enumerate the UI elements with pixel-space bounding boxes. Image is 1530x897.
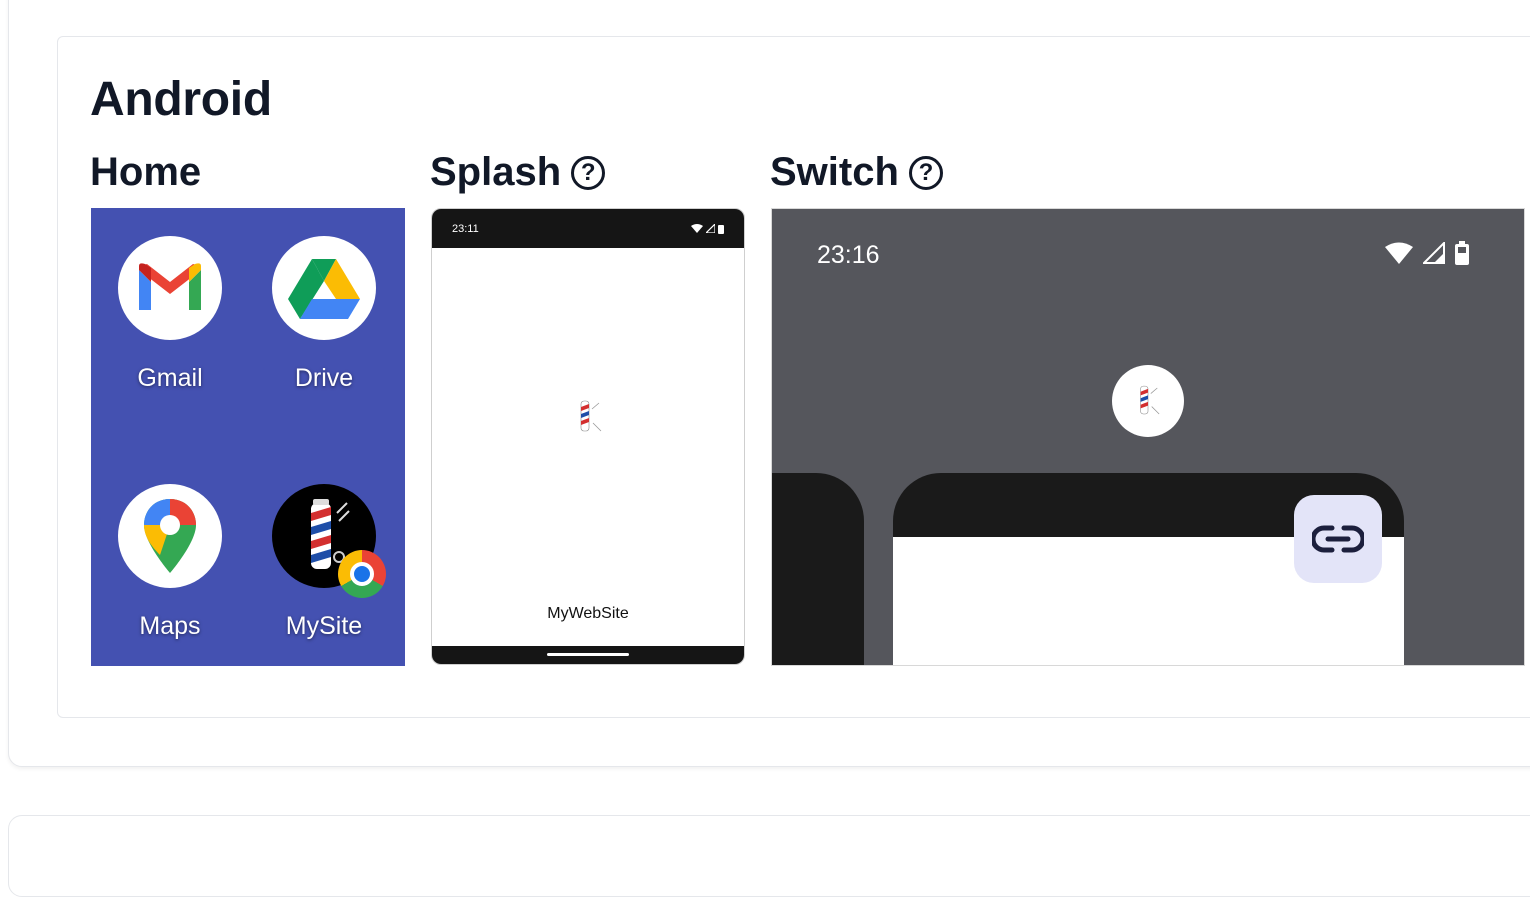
chrome-badge-icon	[338, 550, 386, 598]
wifi-icon	[691, 224, 703, 233]
status-time: 23:11	[452, 222, 479, 235]
android-title: Android	[90, 73, 272, 126]
app-chip-icon[interactable]	[1112, 365, 1184, 437]
help-icon[interactable]: ?	[571, 155, 606, 190]
battery-icon	[1455, 241, 1469, 265]
next-card	[8, 815, 1530, 897]
splash-screen-preview: 23:11 MyWebSite	[431, 208, 745, 665]
signal-icon	[1423, 242, 1445, 264]
status-icons	[691, 224, 724, 234]
link-button[interactable]	[1294, 495, 1382, 583]
link-icon	[1312, 525, 1364, 553]
home-screen-preview: Gmail Drive Maps MySite	[91, 208, 405, 666]
app-maps[interactable]: Maps	[95, 484, 245, 641]
switch-title-label: Switch	[770, 150, 899, 194]
switch-title: Switch ?	[770, 150, 943, 195]
help-icon[interactable]: ?	[908, 155, 943, 190]
recent-app-card-previous[interactable]	[772, 473, 864, 665]
home-indicator[interactable]	[547, 653, 629, 656]
battery-icon	[718, 224, 724, 234]
maps-icon	[118, 484, 222, 588]
app-gmail[interactable]: Gmail	[95, 236, 245, 393]
app-label: Maps	[139, 612, 201, 640]
splash-logo-icon	[575, 397, 603, 442]
status-icons	[1385, 241, 1469, 265]
gmail-icon	[118, 236, 222, 340]
splash-title: Splash ?	[430, 150, 606, 195]
app-label: Drive	[294, 364, 354, 392]
drive-icon	[272, 236, 376, 340]
home-title: Home	[90, 150, 201, 195]
app-mysite[interactable]: MySite	[249, 484, 399, 641]
splash-app-name: MyWebSite	[547, 605, 629, 622]
splash-title-label: Splash	[430, 150, 562, 194]
switch-screen-preview: 23:16	[771, 208, 1525, 666]
status-time: 23:16	[817, 241, 880, 269]
signal-icon	[706, 224, 715, 233]
wifi-icon	[1385, 242, 1413, 264]
nav-bar	[432, 646, 744, 664]
status-bar: 23:11	[432, 209, 744, 248]
app-drive[interactable]: Drive	[249, 236, 399, 393]
app-label: Gmail	[137, 364, 203, 392]
barber-pole-icon	[272, 484, 386, 598]
app-label: MySite	[285, 612, 363, 640]
home-title-label: Home	[90, 150, 202, 194]
